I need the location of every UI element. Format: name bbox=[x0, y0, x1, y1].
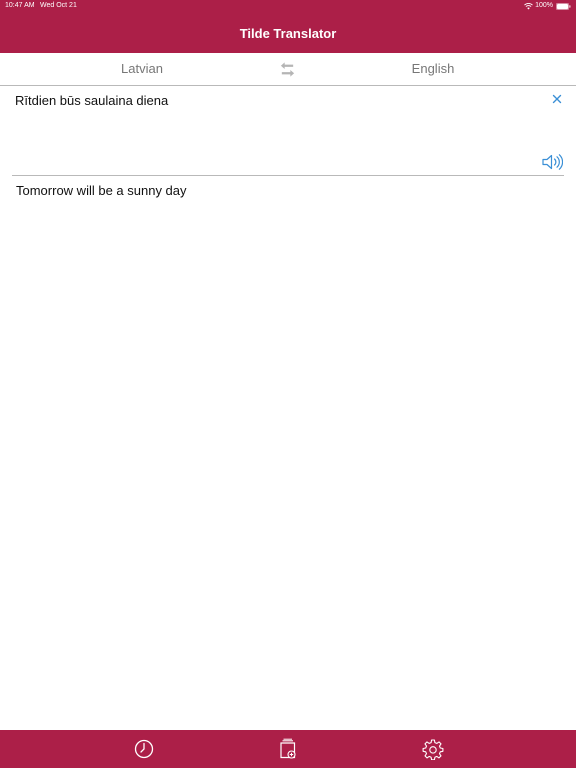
status-time: 10:47 AM bbox=[5, 2, 35, 9]
clear-button[interactable] bbox=[550, 92, 564, 106]
battery-percent: 100% bbox=[535, 2, 553, 9]
translation-output-area: Tomorrow will be a sunny day bbox=[0, 176, 576, 730]
source-language-button[interactable]: Latvian bbox=[62, 53, 222, 85]
tab-history[interactable] bbox=[133, 738, 155, 760]
status-bar: 10:47 AM Wed Oct 21 100% bbox=[0, 0, 576, 13]
nav-bar: Tilde Translator bbox=[0, 13, 576, 53]
header: 10:47 AM Wed Oct 21 100% Tilde Translato… bbox=[0, 0, 576, 53]
status-date: Wed Oct 21 bbox=[40, 2, 77, 9]
language-bar: Latvian English bbox=[0, 53, 576, 86]
app-window: 10:47 AM Wed Oct 21 100% Tilde Translato… bbox=[0, 0, 576, 768]
speak-button[interactable] bbox=[541, 153, 564, 171]
document-add-icon bbox=[280, 738, 296, 759]
speaker-icon bbox=[542, 154, 564, 170]
source-input-area[interactable]: Rītdien būs saulaina diena bbox=[0, 86, 576, 175]
wifi-icon bbox=[524, 2, 533, 9]
status-indicators: 100% bbox=[524, 0, 571, 12]
close-icon bbox=[552, 94, 562, 104]
gear-icon bbox=[422, 739, 444, 760]
tab-bar bbox=[0, 730, 576, 768]
translation-text: Tomorrow will be a sunny day bbox=[16, 183, 187, 198]
tab-settings[interactable] bbox=[422, 738, 444, 760]
source-text-input[interactable]: Rītdien būs saulaina diena bbox=[15, 93, 168, 108]
target-language-button[interactable]: English bbox=[353, 53, 513, 85]
page-title: Tilde Translator bbox=[239, 25, 337, 41]
battery-icon bbox=[556, 2, 571, 10]
swap-languages-button[interactable] bbox=[279, 61, 296, 78]
clock-icon bbox=[134, 739, 154, 759]
tab-documents[interactable] bbox=[277, 738, 299, 760]
swap-arrows-icon bbox=[280, 62, 295, 77]
